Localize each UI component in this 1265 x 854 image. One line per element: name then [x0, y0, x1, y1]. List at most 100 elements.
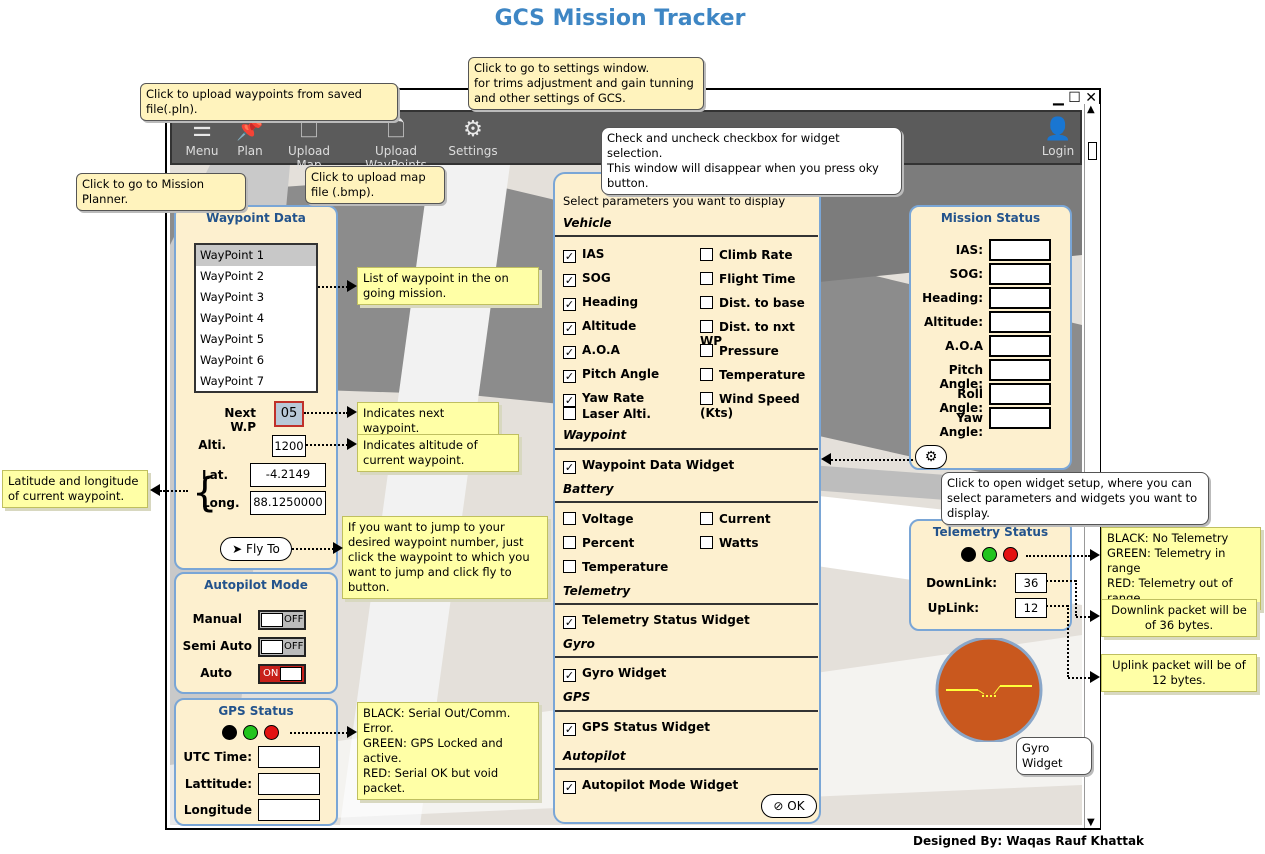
plan-button[interactable]: 📌 Plan [230, 116, 270, 158]
connector [1067, 605, 1069, 677]
page-title: GCS Mission Tracker [494, 6, 746, 31]
checkbox-icon [563, 536, 576, 549]
list-item[interactable]: WayPoint 5 [196, 329, 316, 350]
connector [1046, 580, 1076, 582]
list-item[interactable]: WayPoint 7 [196, 371, 316, 392]
vehicle-checkbox[interactable]: Temperature [700, 368, 805, 382]
connector [160, 490, 188, 492]
divider [555, 603, 818, 605]
arrow-icon [347, 406, 357, 418]
callout-lat-long: Latitude and longitude of current waypoi… [2, 470, 148, 508]
gps-long-value [258, 799, 320, 821]
utc-label: UTC Time: [183, 750, 252, 764]
vehicle-checkbox[interactable]: Dist. to base [700, 296, 805, 310]
widget-setup-gear-button[interactable]: ⚙ [915, 445, 947, 469]
divider [555, 501, 818, 503]
red-status-dot [1003, 547, 1018, 562]
arrow-icon [821, 453, 831, 465]
connector [306, 444, 348, 446]
list-item[interactable]: WayPoint 4 [196, 308, 316, 329]
ok-button[interactable]: ⊘ OK [761, 794, 817, 818]
red-status-dot [264, 725, 279, 740]
battery-checkbox[interactable]: Current [700, 512, 771, 526]
callout-waypoint-list: List of waypoint in the on going mission… [357, 267, 539, 305]
arrow-icon [1090, 671, 1100, 683]
gps-widget-checkbox[interactable]: ✓ GPS Status Widget [563, 720, 710, 736]
section-telemetry: Telemetry [563, 584, 631, 598]
battery-checkbox[interactable]: Temperature [563, 560, 668, 574]
semi-auto-toggle[interactable]: OFF [258, 637, 306, 657]
vehicle-checkbox[interactable]: ✓ Heading [563, 295, 638, 311]
upload-map-button[interactable]: 🗋 Upload Map [274, 116, 344, 172]
scroll-thumb[interactable] [1088, 142, 1097, 160]
callout-mission-planner: Click to go to Mission Planner. [76, 173, 246, 211]
telemetry-widget-checkbox[interactable]: ✓ Telemetry Status Widget [563, 613, 750, 629]
scroll-down-icon[interactable]: ▼ [1087, 817, 1095, 828]
vehicle-checkbox[interactable]: ✓ IAS [563, 247, 604, 263]
next-wp-label: Next W.P [224, 406, 256, 434]
vehicle-checkbox[interactable]: ✓ Pitch Angle [563, 367, 659, 383]
gps-indicators [222, 725, 285, 743]
battery-checkbox[interactable]: Percent [563, 536, 634, 550]
minimize-icon[interactable]: ▁ [1053, 90, 1064, 106]
vehicle-checkbox[interactable]: ✓ A.O.A [563, 343, 620, 359]
downlink-value: 36 [1015, 573, 1047, 593]
vertical-scrollbar[interactable]: ▲ ▼ [1084, 104, 1100, 828]
callout-fly-to: If you want to jump to your desired wayp… [342, 516, 548, 599]
panel-title: Mission Status [940, 211, 1041, 225]
scroll-up-icon[interactable]: ▲ [1087, 104, 1095, 115]
waypoint-widget-checkbox[interactable]: ✓ Waypoint Data Widget [563, 458, 734, 474]
battery-checkbox[interactable]: Watts [700, 536, 759, 550]
settings-button[interactable]: ⚙ Settings [448, 116, 498, 158]
check-icon: ✓ [563, 346, 576, 359]
connector [304, 412, 348, 414]
section-autopilot: Autopilot [563, 749, 626, 763]
fly-to-button[interactable]: ➤ Fly To [220, 537, 292, 561]
upload-waypoints-button[interactable]: 🗋 Upload WayPoints [346, 116, 446, 172]
telemetry-indicators [961, 547, 1024, 565]
waypoint-list[interactable]: WayPoint 1 WayPoint 2 WayPoint 3 WayPoint 4… [194, 243, 318, 393]
checkbox-icon [700, 368, 713, 381]
vehicle-checkbox[interactable]: Pressure [700, 344, 779, 358]
vehicle-checkbox[interactable]: Flight Time [700, 272, 795, 286]
checkbox-icon [700, 344, 713, 357]
gps-lat-value [258, 773, 320, 795]
connector [290, 732, 348, 734]
panel-title: Autopilot Mode [204, 578, 308, 592]
gear-icon: ⚙ [924, 449, 938, 465]
login-button[interactable]: 👤 Login [1038, 116, 1078, 158]
callout-settings: Click to go to settings window. for trim… [468, 57, 704, 110]
gyro-widget-checkbox[interactable]: ✓ Gyro Widget [563, 666, 666, 682]
callout-widget-setup: Click to open widget setup, where you ca… [941, 472, 1209, 525]
list-item[interactable]: WayPoint 3 [196, 287, 316, 308]
vehicle-checkbox[interactable]: Climb Rate [700, 248, 793, 262]
maximize-icon[interactable]: ☐ [1068, 90, 1081, 106]
menu-button[interactable]: ☰ Menu [182, 116, 222, 158]
list-item[interactable]: WayPoint 2 [196, 266, 316, 287]
list-item[interactable]: WayPoint 1 [196, 245, 316, 266]
vehicle-checkbox[interactable]: Laser Alti. [563, 407, 651, 421]
check-icon: ✓ [563, 322, 576, 335]
vehicle-checkbox[interactable]: Wind Speed (Kts) [700, 392, 819, 420]
waypoint-data-panel: Waypoint Data WayPoint 1 WayPoint 2 WayPoi… [174, 205, 338, 570]
callout-upload-waypoints: Click to upload waypoints from saved fil… [140, 83, 398, 121]
toggle-knob [261, 640, 283, 654]
downlink-label: DownLink: [926, 576, 997, 590]
battery-checkbox[interactable]: Voltage [563, 512, 634, 526]
vehicle-checkbox[interactable]: ✓ SOG [563, 271, 611, 287]
panel-title: Waypoint Data [206, 211, 306, 225]
mission-status-value [989, 263, 1051, 285]
connector [1068, 677, 1090, 679]
autopilot-widget-checkbox[interactable]: ✓ Autopilot Mode Widget [563, 778, 738, 794]
checkbox-icon [700, 392, 713, 405]
check-icon: ✓ [563, 723, 576, 736]
check-icon: ✓ [563, 250, 576, 263]
manual-toggle[interactable]: OFF [258, 610, 306, 630]
mission-status-label: Heading: [922, 291, 983, 305]
mission-status-label: Altitude: [923, 315, 983, 329]
list-item[interactable]: WayPoint 6 [196, 350, 316, 371]
vehicle-checkbox[interactable]: ✓ Yaw Rate [563, 391, 644, 407]
black-status-dot [961, 547, 976, 562]
vehicle-checkbox[interactable]: ✓ Altitude [563, 319, 636, 335]
auto-toggle[interactable]: ON [258, 664, 306, 684]
